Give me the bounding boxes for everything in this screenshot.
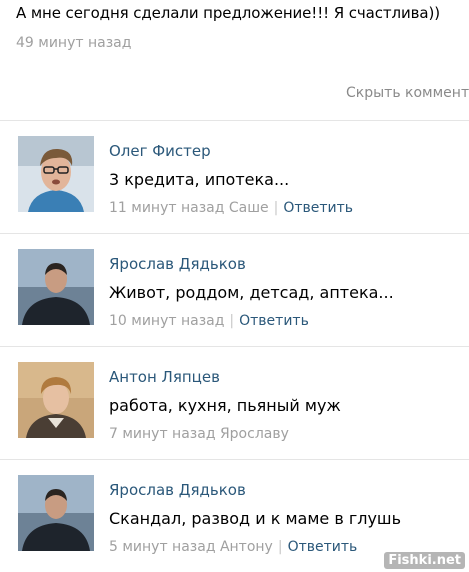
comment-text: работа, кухня, пьяный муж <box>109 396 341 415</box>
avatar[interactable] <box>18 249 94 325</box>
comment-item: Олег Фистер 3 кредита, ипотека... 11 мин… <box>0 120 469 233</box>
comment-meta: 11 минут назад Саше | Ответить <box>109 200 353 216</box>
post-timestamp[interactable]: 49 минут назад <box>16 35 131 51</box>
comment-timestamp[interactable]: 7 минут назад Ярославу <box>109 426 289 442</box>
comment-author-link[interactable]: Ярослав Дядьков <box>109 481 246 499</box>
comments-list: Олег Фистер 3 кредита, ипотека... 11 мин… <box>0 120 469 572</box>
separator: | <box>273 200 279 216</box>
avatar[interactable] <box>18 475 94 551</box>
reply-button[interactable]: Ответить <box>283 200 353 216</box>
hide-comments-link[interactable]: Скрыть коммент <box>346 85 469 101</box>
comment-text: Скандал, развод и к маме в глушь <box>109 509 401 528</box>
avatar[interactable] <box>18 136 94 212</box>
comment-text: 3 кредита, ипотека... <box>109 170 290 189</box>
separator: | <box>277 539 283 555</box>
comment-meta: 5 минут назад Антону | Ответить <box>109 539 357 555</box>
reply-button[interactable]: Ответить <box>288 539 358 555</box>
comment-timestamp[interactable]: 11 минут назад Саше <box>109 200 269 216</box>
user-avatar-photo-icon <box>18 136 94 212</box>
post-text: А мне сегодня сделали предложение!!! Я с… <box>16 4 440 22</box>
avatar[interactable] <box>18 362 94 438</box>
comment-author-link[interactable]: Олег Фистер <box>109 142 211 160</box>
comment-meta: 7 минут назад Ярославу <box>109 426 289 442</box>
comment-text: Живот, роддом, детсад, аптека... <box>109 283 394 302</box>
comment-timestamp[interactable]: 10 минут назад <box>109 313 224 329</box>
comment-timestamp[interactable]: 5 минут назад Антону <box>109 539 273 555</box>
comment-meta: 10 минут назад | Ответить <box>109 313 309 329</box>
watermark-logo: Fishki.net <box>384 552 465 569</box>
comment-author-link[interactable]: Ярослав Дядьков <box>109 255 246 273</box>
user-avatar-photo-icon <box>18 362 94 438</box>
comment-author-link[interactable]: Антон Ляпцев <box>109 368 220 386</box>
reply-button[interactable]: Ответить <box>239 313 309 329</box>
comment-item: Антон Ляпцев работа, кухня, пьяный муж 7… <box>0 346 469 459</box>
user-avatar-photo-icon <box>18 249 94 325</box>
separator: | <box>229 313 235 329</box>
comment-item: Ярослав Дядьков Живот, роддом, детсад, а… <box>0 233 469 346</box>
user-avatar-photo-icon <box>18 475 94 551</box>
